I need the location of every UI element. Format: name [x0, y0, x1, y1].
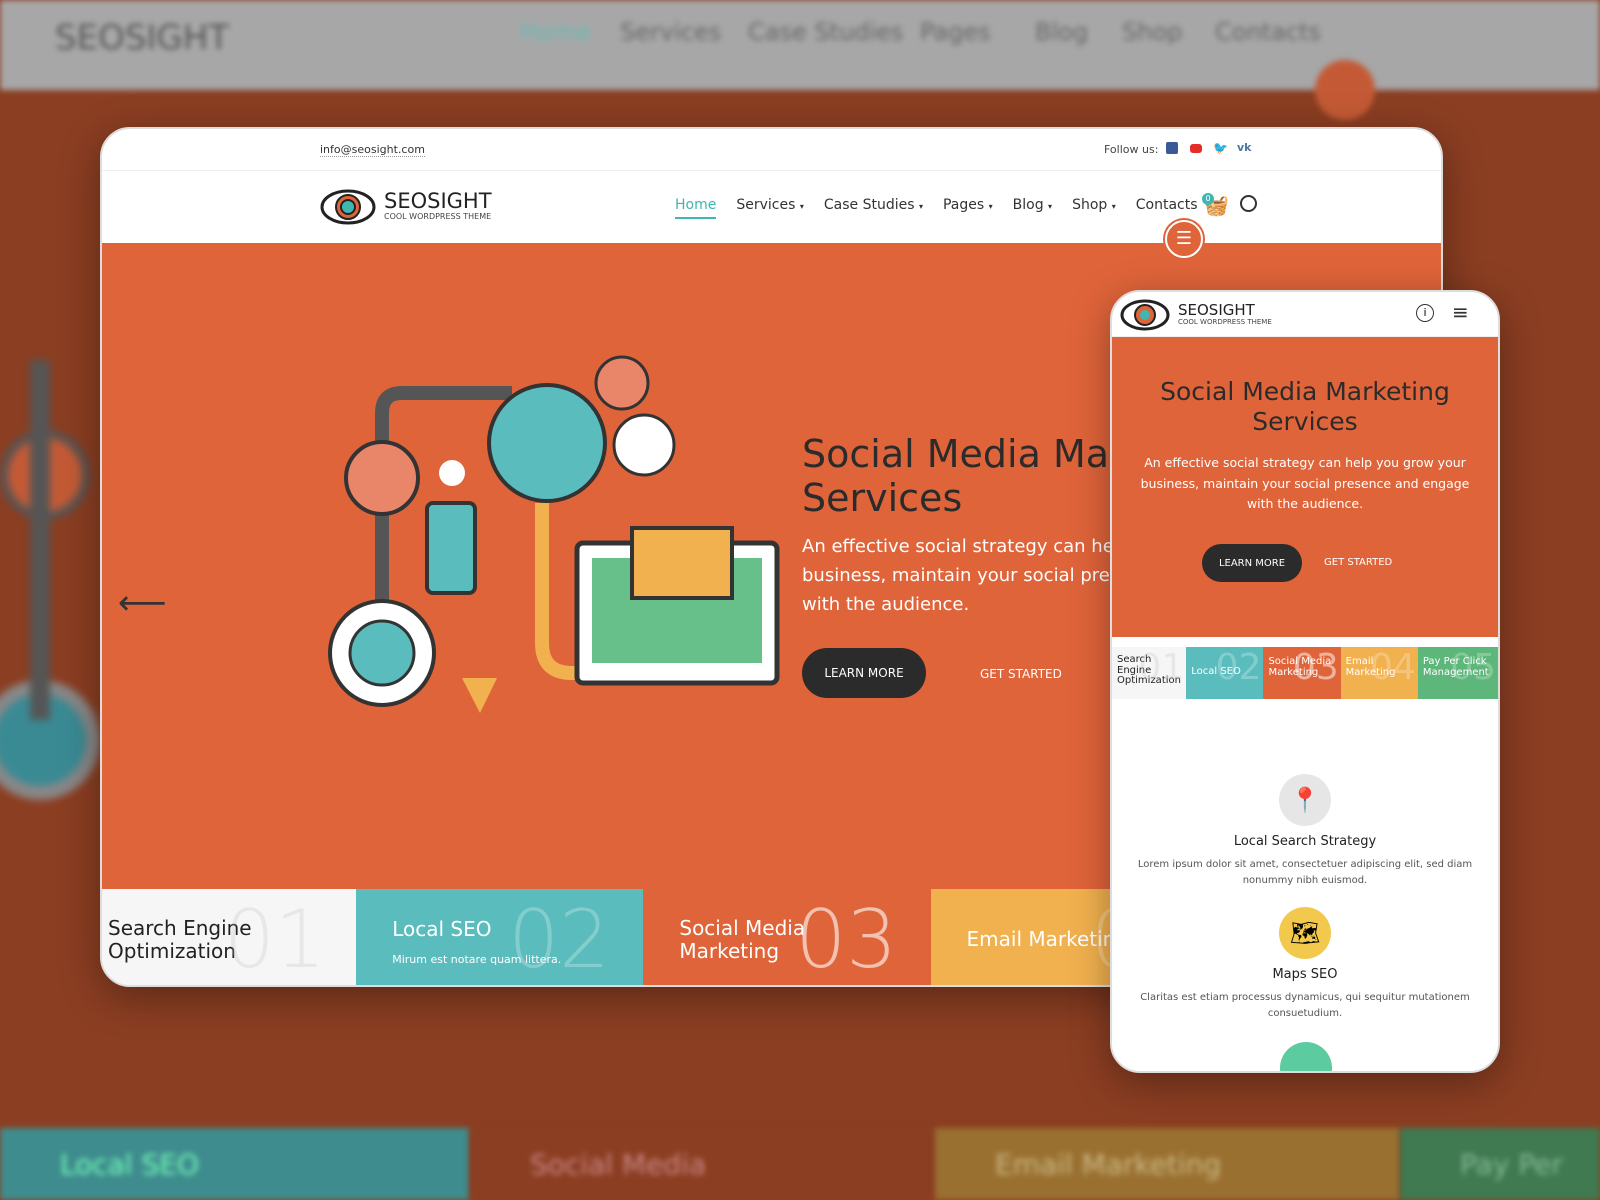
- mobile-tile[interactable]: Social Media Marketing 03: [1263, 647, 1341, 699]
- feature-maps-seo: 🗺 Maps SEO Claritas est etiam processus …: [1112, 907, 1498, 1022]
- nav-shop[interactable]: Shop ▾: [1072, 197, 1116, 219]
- background-menu-item: Case Studies: [748, 18, 904, 46]
- mobile-hero-text: An effective social strategy can help yo…: [1140, 455, 1470, 512]
- nav-case-studies[interactable]: Case Studies ▾: [824, 197, 923, 219]
- logo[interactable]: SEOSIGHT COOL WORDPRESS THEME: [320, 185, 492, 227]
- main-nav: SEOSIGHT COOL WORDPRESS THEME Home Servic…: [102, 171, 1441, 243]
- follow-label: Follow us:: [1104, 143, 1159, 156]
- mobile-tile[interactable]: Search Engine Optimization 01: [1112, 647, 1187, 699]
- feature-title: Local Search Strategy: [1233, 834, 1377, 849]
- background-tile: Pay Per: [1400, 1128, 1600, 1200]
- map-icon: 🗺: [1279, 907, 1331, 959]
- mobile-preview: SEOSIGHT COOL WORDPRESS THEME i ≡ Social …: [1110, 290, 1500, 1073]
- hamburger-menu-icon[interactable]: ≡: [1452, 300, 1469, 324]
- background-menu-item: Services: [620, 18, 722, 46]
- caret-down-icon: ▾: [918, 202, 923, 211]
- background-menu-item: Pages: [920, 18, 991, 46]
- background-fab: [1315, 60, 1375, 120]
- menu-fab-button[interactable]: ☰: [1165, 220, 1203, 258]
- nav-contacts[interactable]: Contacts: [1136, 197, 1198, 219]
- brand-tagline: COOL WORDPRESS THEME: [384, 212, 492, 221]
- background-menu-item: Shop: [1122, 18, 1183, 46]
- nav-home[interactable]: Home: [675, 197, 717, 219]
- mobile-tile[interactable]: Pay Per Click Management 05: [1417, 647, 1498, 699]
- social-media-illustration: [328, 355, 780, 713]
- background-logo: SEOSIGHT: [55, 18, 230, 58]
- email-link[interactable]: info@seosight.com: [320, 143, 425, 157]
- mobile-learn-more-button[interactable]: LEARN MORE: [1202, 544, 1302, 582]
- caret-down-icon: ▾: [1048, 202, 1053, 211]
- menu: Home Services ▾ Case Studies ▾ Pages ▾ B…: [675, 197, 1198, 219]
- tile-social-media[interactable]: Social Media Marketing 03: [643, 889, 931, 985]
- mobile-header: SEOSIGHT COOL WORDPRESS THEME i ≡: [1112, 292, 1498, 337]
- twitter-icon[interactable]: 🐦: [1213, 141, 1228, 155]
- brand-name: SEOSIGHT: [384, 189, 492, 213]
- map-pin-icon: 📍: [1279, 774, 1331, 826]
- nav-services[interactable]: Services ▾: [736, 197, 804, 219]
- tile-local-seo[interactable]: Local SEO Mirum est notare quam littera. 0…: [356, 889, 644, 985]
- brand-tagline: COOL WORDPRESS THEME: [1178, 317, 1272, 326]
- mobile-hero: Social Media Marketing Services An effect…: [1112, 337, 1498, 637]
- nav-pages[interactable]: Pages ▾: [943, 197, 993, 219]
- location-icon: [1280, 1042, 1332, 1071]
- eye-logo-icon: [1120, 299, 1170, 331]
- feature-title: Maps SEO: [1272, 967, 1338, 982]
- hero-text: An effective social strategy can help bus…: [802, 536, 1131, 615]
- info-icon[interactable]: i: [1416, 304, 1434, 322]
- mobile-get-started-button[interactable]: GET STARTED: [1324, 557, 1392, 568]
- mobile-tile[interactable]: Local SEO 02: [1186, 647, 1264, 699]
- feature-text: Claritas est etiam processus dynamicus, …: [1140, 992, 1470, 1019]
- search-icon[interactable]: [1240, 195, 1257, 212]
- mobile-tile[interactable]: Email Marketing 04: [1340, 647, 1418, 699]
- learn-more-button[interactable]: LEARN MORE: [802, 648, 926, 698]
- eye-logo-icon: [320, 189, 376, 225]
- cart-count-badge: 0: [1202, 193, 1214, 205]
- top-bar: info@seosight.com Follow us: 🐦 vk: [102, 129, 1441, 171]
- feature-local-search: 📍 Local Search Strategy Lorem ipsum dolo…: [1112, 774, 1498, 889]
- mobile-logo[interactable]: SEOSIGHT COOL WORDPRESS THEME: [1120, 296, 1272, 332]
- feature-text: Lorem ipsum dolor sit amet, consectetuer…: [1137, 859, 1473, 886]
- background-tile: Email Marketing: [935, 1128, 1400, 1200]
- arrow-left-icon[interactable]: ⟵: [118, 583, 167, 623]
- mobile-hero-title: Social Media Marketing Services: [1160, 377, 1450, 436]
- facebook-icon[interactable]: [1166, 142, 1178, 154]
- mobile-services-tiles: Search Engine Optimization 01 Local SEO 02…: [1112, 647, 1498, 699]
- background-menu-item: Blog: [1035, 18, 1089, 46]
- nav-blog[interactable]: Blog ▾: [1013, 197, 1052, 219]
- background-tile: Local SEO: [0, 1128, 470, 1200]
- caret-down-icon: ▾: [988, 202, 993, 211]
- background-tile: Social Media: [470, 1128, 935, 1200]
- vk-icon[interactable]: vk: [1237, 141, 1252, 154]
- get-started-button[interactable]: GET STARTED: [980, 667, 1062, 681]
- hero-title: Social Media Mark Services: [802, 432, 1147, 520]
- caret-down-icon: ▾: [799, 202, 804, 211]
- brand-name: SEOSIGHT: [1178, 300, 1255, 319]
- tile-seo[interactable]: Search Engine Optimization 01: [102, 889, 357, 985]
- background-menu-item: Home: [520, 18, 591, 46]
- youtube-icon[interactable]: [1190, 144, 1202, 153]
- background-illustration: [0, 320, 100, 860]
- background-menu-item: Contacts: [1215, 18, 1321, 46]
- caret-down-icon: ▾: [1111, 202, 1116, 211]
